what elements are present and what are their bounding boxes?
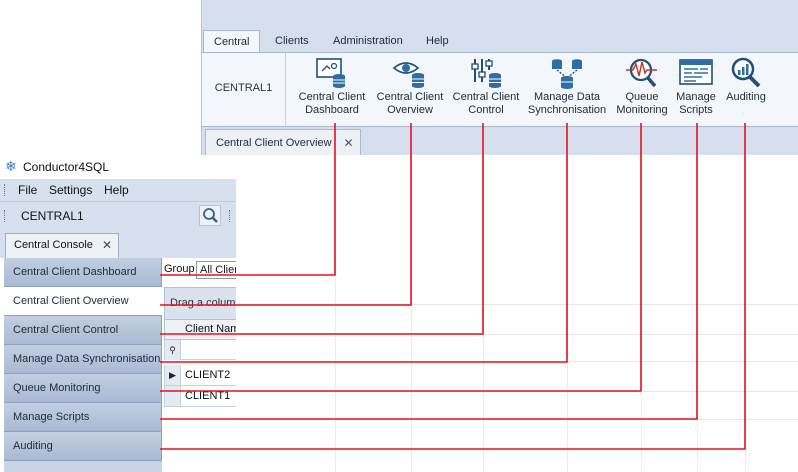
search-button[interactable] <box>199 205 221 226</box>
overview-panel: Group All Clien Drag a column Client Nam… <box>162 258 236 472</box>
grip-handle[interactable] <box>229 210 232 222</box>
grid-line <box>236 334 798 335</box>
grid-line <box>641 155 642 472</box>
menu-help[interactable]: Help <box>104 183 129 197</box>
tab-clients[interactable]: Clients <box>275 31 309 52</box>
nav-item-manage-scripts[interactable]: Manage Scripts <box>4 403 162 432</box>
snowflake-logo-icon: ❄ <box>5 158 17 174</box>
sliders-db-icon <box>471 59 501 88</box>
ribbon-tab-strip: Central Clients Administration Help <box>201 0 798 53</box>
grip-handle[interactable] <box>4 210 7 222</box>
new-client-window: Central Clients Administration Help CENT… <box>201 0 798 472</box>
close-icon[interactable]: ✕ <box>343 130 353 156</box>
client-name-cell: CLIENT2 <box>185 369 231 381</box>
grid-line <box>236 304 798 305</box>
central-client-control-button[interactable]: Central Client Control <box>450 56 522 124</box>
grid-line <box>411 155 412 472</box>
window-title: Conductor4SQL <box>23 160 110 174</box>
old-client-window: ❄ Conductor4SQL File Settings Help CENTR… <box>0 155 236 472</box>
table-row[interactable]: ▶ CLIENT2 <box>164 365 236 386</box>
nav-item-manage-data-synchronisation[interactable]: Manage Data Synchronisation <box>4 345 162 374</box>
menu-bar: File Settings Help <box>0 179 236 201</box>
nav-item-central-client-dashboard[interactable]: Central Client Dashboard <box>4 258 162 287</box>
ribbon-group-label: CENTRAL1 <box>202 53 286 126</box>
ribbon-panel: CENTRAL1 Central Client Dashboard Centra… <box>201 52 798 127</box>
document-tab-strip: Central Client Overview ✕ <box>201 127 798 155</box>
button-label-line1: Central Client <box>452 91 520 103</box>
filter-row[interactable]: ⚲ <box>164 340 236 360</box>
group-select[interactable]: All Clien <box>196 261 236 279</box>
pulse-magnifier-icon <box>626 58 657 88</box>
tab-central-console[interactable]: Central Console ✕ <box>5 233 119 258</box>
tab-help[interactable]: Help <box>426 31 449 52</box>
server-name: CENTRAL1 <box>21 209 84 223</box>
table-row[interactable]: CLIENT1 <box>164 386 236 407</box>
button-label-line2: Synchronisation <box>527 104 607 116</box>
navigation-panel: Central Client Dashboard Central Client … <box>4 258 162 472</box>
auditing-button[interactable]: Auditing <box>722 56 770 124</box>
manage-data-synchronisation-button[interactable]: Manage Data Synchronisation <box>526 56 608 124</box>
menu-settings[interactable]: Settings <box>49 183 92 197</box>
grid-line <box>745 155 746 472</box>
button-label-line1: Manage <box>676 91 716 103</box>
grid-line <box>567 155 568 472</box>
tab-central-client-overview[interactable]: Central Client Overview ✕ <box>205 129 361 155</box>
queue-monitoring-button[interactable]: Queue Monitoring <box>612 56 672 124</box>
button-label-line2: Scripts <box>679 104 713 116</box>
grid-line <box>697 155 698 472</box>
menu-file[interactable]: File <box>18 183 37 197</box>
sync-db-icon <box>552 59 582 89</box>
group-by-drop-area[interactable]: Drag a column <box>164 287 236 320</box>
button-label-line2: Dashboard <box>305 104 359 116</box>
filter-pin-icon: ⚲ <box>165 340 181 360</box>
central-client-overview-button[interactable]: Central Client Overview <box>374 56 446 124</box>
audit-magnifier-icon <box>731 57 761 88</box>
row-selector <box>165 386 181 406</box>
eye-db-icon <box>392 62 424 88</box>
document-area <box>201 155 798 472</box>
column-header-client-name[interactable]: Client Nam <box>185 323 236 335</box>
title-bar: ❄ Conductor4SQL <box>0 155 236 179</box>
doc-tab-label: Central Console <box>14 239 93 251</box>
nav-item-central-client-control[interactable]: Central Client Control <box>4 316 162 345</box>
button-label-line1: Central Client <box>376 91 444 103</box>
tab-central[interactable]: Central <box>203 30 261 53</box>
group-label: Group <box>164 263 195 275</box>
doc-tab-label: Central Client Overview <box>216 137 332 149</box>
grid-line <box>483 155 484 472</box>
dashboard-db-icon <box>316 58 345 88</box>
button-label-line1: Queue <box>625 91 659 103</box>
grid-line <box>236 361 798 362</box>
central-client-dashboard-button[interactable]: Central Client Dashboard <box>296 56 368 124</box>
client-name-cell: CLIENT1 <box>185 390 231 402</box>
close-icon[interactable]: ✕ <box>102 234 112 257</box>
search-icon <box>203 208 218 223</box>
button-label-line1: Auditing <box>726 91 766 103</box>
row-selector-arrow-icon: ▶ <box>165 365 181 385</box>
document-tab-strip: Central Console ✕ <box>0 229 236 258</box>
grid-header-row: Client Nam <box>164 320 236 340</box>
script-window-icon <box>679 59 713 85</box>
manage-scripts-button[interactable]: Manage Scripts <box>672 56 720 124</box>
nav-item-central-client-overview[interactable]: Central Client Overview <box>4 287 162 316</box>
grip-handle[interactable] <box>4 184 7 196</box>
nav-item-auditing[interactable]: Auditing <box>4 432 162 461</box>
button-label-line2: Control <box>468 104 504 116</box>
tab-administration[interactable]: Administration <box>333 31 403 52</box>
grid-line <box>335 155 336 472</box>
grid-line <box>236 391 798 392</box>
button-label-line1: Central Client <box>298 91 366 103</box>
button-label-line2: Overview <box>387 104 433 116</box>
nav-item-queue-monitoring[interactable]: Queue Monitoring <box>4 374 162 403</box>
toolbar: CENTRAL1 <box>0 201 236 229</box>
grid-line <box>236 419 798 420</box>
button-label-line2: Monitoring <box>616 104 668 116</box>
button-label-line1: Manage Data <box>533 91 601 103</box>
